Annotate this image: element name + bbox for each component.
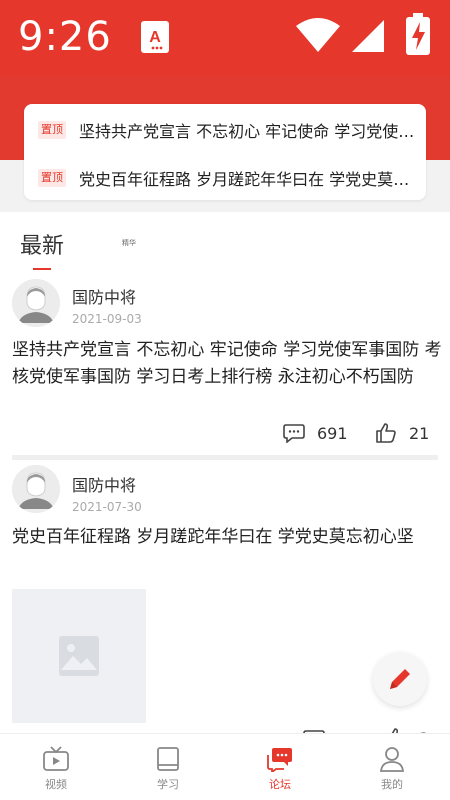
bottom-nav: 视频 学习 论坛 我的: [0, 733, 450, 800]
app-notification-icon: A: [140, 20, 170, 58]
nav-label: 视频: [45, 778, 67, 791]
forum-icon: [267, 748, 292, 772]
thumbs-up-icon: [376, 423, 396, 443]
pinned-tag: 置顶: [38, 169, 66, 187]
tv-icon: [43, 746, 69, 771]
nav-item-forum[interactable]: 论坛: [224, 734, 336, 800]
pinned-posts-card: 置顶 坚持共产党宣言 不忘初心 牢记使命 学习党使军事国防 置顶 党史百年征程路…: [24, 104, 426, 200]
pencil-icon: [390, 669, 410, 689]
profile-icon: [379, 747, 405, 772]
post-divider: [12, 455, 438, 460]
wifi-icon: [295, 16, 341, 58]
tab-latest[interactable]: 最新: [20, 228, 64, 260]
nav-label: 学习: [157, 778, 179, 791]
author-name: 国防中将: [72, 476, 137, 495]
comment-count-value: 691: [317, 423, 348, 443]
author-name: 国防中将: [72, 288, 137, 307]
post-date: 2021-09-03: [72, 312, 142, 326]
nav-item-video[interactable]: 视频: [0, 734, 112, 800]
pinned-post-title: 党史百年征程路 岁月蹉跎年华曰在 学党史莫忘初心坚: [79, 170, 416, 189]
post-date: 2021-07-30: [72, 500, 142, 514]
signal-icon: [350, 18, 386, 58]
avatar[interactable]: [12, 279, 60, 327]
default-avatar-icon: [12, 279, 60, 327]
status-time: 9:26: [18, 14, 112, 60]
like-count-value: 21: [409, 423, 430, 443]
book-icon: [157, 747, 179, 771]
comment-count[interactable]: 691: [283, 423, 348, 443]
nav-label: 我的: [381, 778, 403, 791]
nav-item-study[interactable]: 学习: [112, 734, 224, 800]
like-count[interactable]: 21: [375, 422, 429, 444]
image-placeholder-icon: [59, 636, 99, 676]
post-content[interactable]: 坚持共产党宣言 不忘初心 牢记使命 学习党使军事国防 考核党使军事国防 学习日考…: [12, 337, 444, 391]
post-image[interactable]: [12, 589, 146, 723]
nav-label: 论坛: [269, 778, 291, 791]
pinned-post-1[interactable]: 置顶 坚持共产党宣言 不忘初心 牢记使命 学习党使军事国防: [38, 118, 416, 142]
pinned-tag: 置顶: [38, 121, 66, 139]
pinned-post-title: 坚持共产党宣言 不忘初心 牢记使命 学习党使军事国防: [79, 122, 416, 141]
tab-active-indicator: [33, 268, 51, 270]
nav-item-profile[interactable]: 我的: [336, 734, 448, 800]
comment-icon: [283, 424, 305, 443]
battery-charging-icon: [404, 12, 432, 60]
tab-featured[interactable]: 精华: [122, 238, 136, 248]
svg-text:A: A: [149, 29, 161, 46]
pinned-post-2[interactable]: 置顶 党史百年征程路 岁月蹉跎年华曰在 学党史莫忘初心坚: [38, 166, 416, 190]
default-avatar-icon: [12, 465, 60, 513]
avatar[interactable]: [12, 465, 60, 513]
post-content[interactable]: 党史百年征程路 岁月蹉跎年华曰在 学党史莫忘初心坚: [12, 524, 444, 551]
new-post-button[interactable]: [373, 652, 427, 706]
